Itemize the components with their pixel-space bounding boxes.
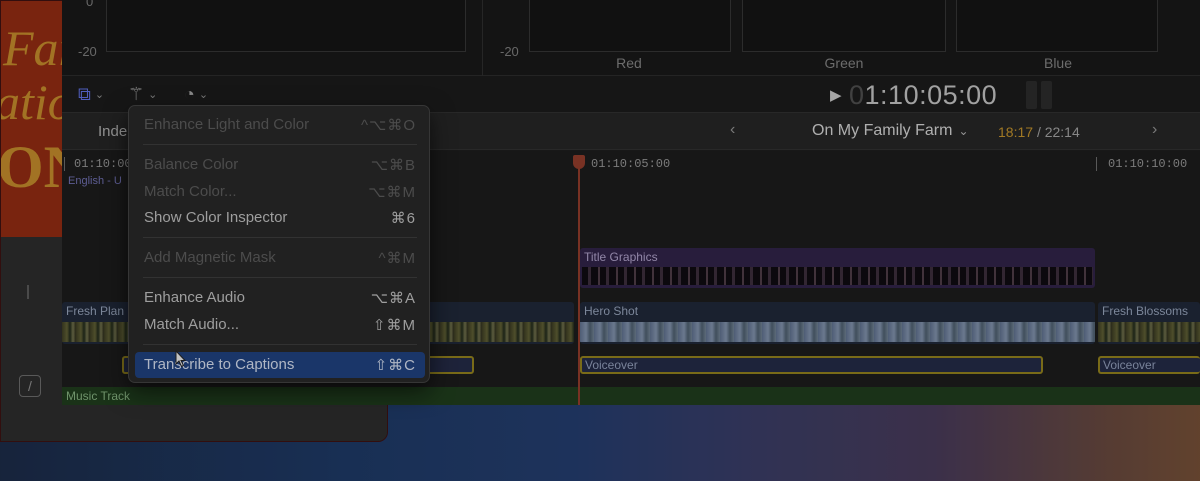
video-scopes-panel: 0 -20 -20 Red Green Blue [62,0,1200,76]
red-channel-scope [529,0,731,52]
menu-item-label: Add Magnetic Mask [144,249,276,266]
current-time: 18:17 [998,124,1034,140]
chevron-down-icon: ⌄ [148,88,158,101]
play-icon[interactable]: ▶ [830,86,842,104]
clip-name: Hero Shot [584,304,639,318]
clip-filmstrip [580,322,1095,342]
green-channel-scope [742,0,946,52]
duration-display: 18:17 / 22:14 [998,124,1080,140]
menu-item-label: Match Audio... [144,316,240,333]
menu-item-label: Balance Color [144,156,239,173]
menu-item-enhance-light-and-color[interactable]: Enhance Light and Color ^⌥⌘O [135,112,425,138]
hero-shot-clip[interactable]: Hero Shot [580,302,1095,344]
audio-meters [1026,81,1052,109]
menu-item-shortcut: ^⌘M [378,250,416,267]
caption-language-label[interactable]: English - U [68,175,122,187]
project-name: On My Family Farm [812,122,953,139]
blue-label: Blue [1043,55,1073,71]
scope-tick-label: -20 [500,44,519,59]
enhance-dropdown-menu: Enhance Light and Color ^⌥⌘O Balance Col… [128,105,430,383]
index-button[interactable]: Inde [98,123,127,140]
clip-name: Voiceover [585,358,638,372]
music-track[interactable]: Music Track [62,387,1200,405]
slash-icon[interactable]: / [19,375,41,397]
menu-item-add-magnetic-mask[interactable]: Add Magnetic Mask ^⌘M [135,245,425,271]
mouse-pointer-icon [175,350,187,368]
total-duration: / 22:14 [1036,124,1080,140]
blue-channel-scope [956,0,1158,52]
menu-item-shortcut: ⌥⌘M [368,184,416,201]
clip-name: Music Track [66,389,131,403]
magic-wand-icon: ⚚ [128,83,145,104]
clip-name: Fresh Blossoms [1102,304,1189,318]
waveform-scope-left [106,0,466,52]
timecode-display[interactable]: 01:10:05:00 [849,80,997,111]
menu-item-match-audio[interactable]: Match Audio... ⇧⌘M [135,312,425,338]
chevron-down-icon: ⌄ [958,124,969,138]
menu-separator [143,277,417,278]
clips-icon: ⧉ [78,83,91,104]
title-graphics-clip[interactable]: Title Graphics [580,248,1095,288]
menu-item-shortcut: ^⌥⌘O [361,117,416,134]
menu-item-label: Match Color... [144,183,237,200]
ruler-tick [1096,157,1097,171]
menu-item-label: Transcribe to Captions [144,356,295,373]
voiceover-clip-right[interactable]: Voiceover [1098,356,1200,374]
clip-name: Voiceover [1103,358,1156,372]
red-label: Red [616,55,642,71]
green-label: Green [824,55,864,71]
timecode-value: 1:10:05:00 [864,80,998,110]
clip-appearance-button[interactable]: ⧉ ⌄ [78,82,104,106]
menu-item-balance-color[interactable]: Balance Color ⌥⌘B [135,152,425,178]
menu-separator [143,237,417,238]
playhead[interactable] [578,155,580,405]
ruler-timecode: 01:10:00 [74,157,132,171]
scope-tick-label: -20 [78,44,97,59]
clip-name: Title Graphics [584,250,658,264]
list-icon[interactable] [27,285,41,299]
clip-name: Fresh Plan [66,304,125,318]
menu-item-label: Show Color Inspector [144,209,288,226]
menu-item-show-color-inspector[interactable]: Show Color Inspector ⌘6 [135,205,425,231]
playhead-handle[interactable] [573,155,585,169]
retime-button[interactable]: ◔ ⌄ [184,82,208,106]
project-selector[interactable]: On My Family Farm ⌄ [812,122,969,140]
enhance-button[interactable]: ⚚ ⌄ [128,82,157,106]
divider [482,0,483,76]
menu-item-shortcut: ⇧⌘M [372,317,416,334]
forward-arrow-icon[interactable]: › [1152,121,1157,139]
ruler-timecode: 01:10:05:00 [591,157,671,171]
menu-item-label: Enhance Audio [144,289,245,306]
menu-item-shortcut: ⌥⌘A [370,290,416,307]
ruler-timecode: 01:10:10:00 [1108,157,1188,171]
chevron-down-icon: ⌄ [94,88,105,101]
scope-tick-label: 0 [86,0,94,9]
chevron-down-icon: ⌄ [198,88,209,101]
menu-separator [143,144,417,145]
fresh-blossoms-clip[interactable]: Fresh Blossoms [1098,302,1200,344]
timecode-leading: 0 [849,80,865,110]
clip-filmstrip [582,267,1093,285]
menu-item-shortcut: ⌘6 [390,210,416,227]
back-arrow-icon[interactable]: ‹ [730,121,735,139]
ruler-tick [64,157,65,171]
menu-item-label: Enhance Light and Color [144,116,310,133]
menu-item-shortcut: ⌥⌘B [370,157,416,174]
clip-filmstrip [1098,322,1200,342]
menu-separator [143,344,417,345]
voiceover-clip[interactable]: Voiceover [580,356,1043,374]
menu-item-match-color[interactable]: Match Color... ⌥⌘M [135,179,425,205]
menu-item-enhance-audio[interactable]: Enhance Audio ⌥⌘A [135,285,425,311]
speedometer-icon: ◔ [184,83,195,104]
menu-item-shortcut: ⇧⌘C [374,357,416,374]
